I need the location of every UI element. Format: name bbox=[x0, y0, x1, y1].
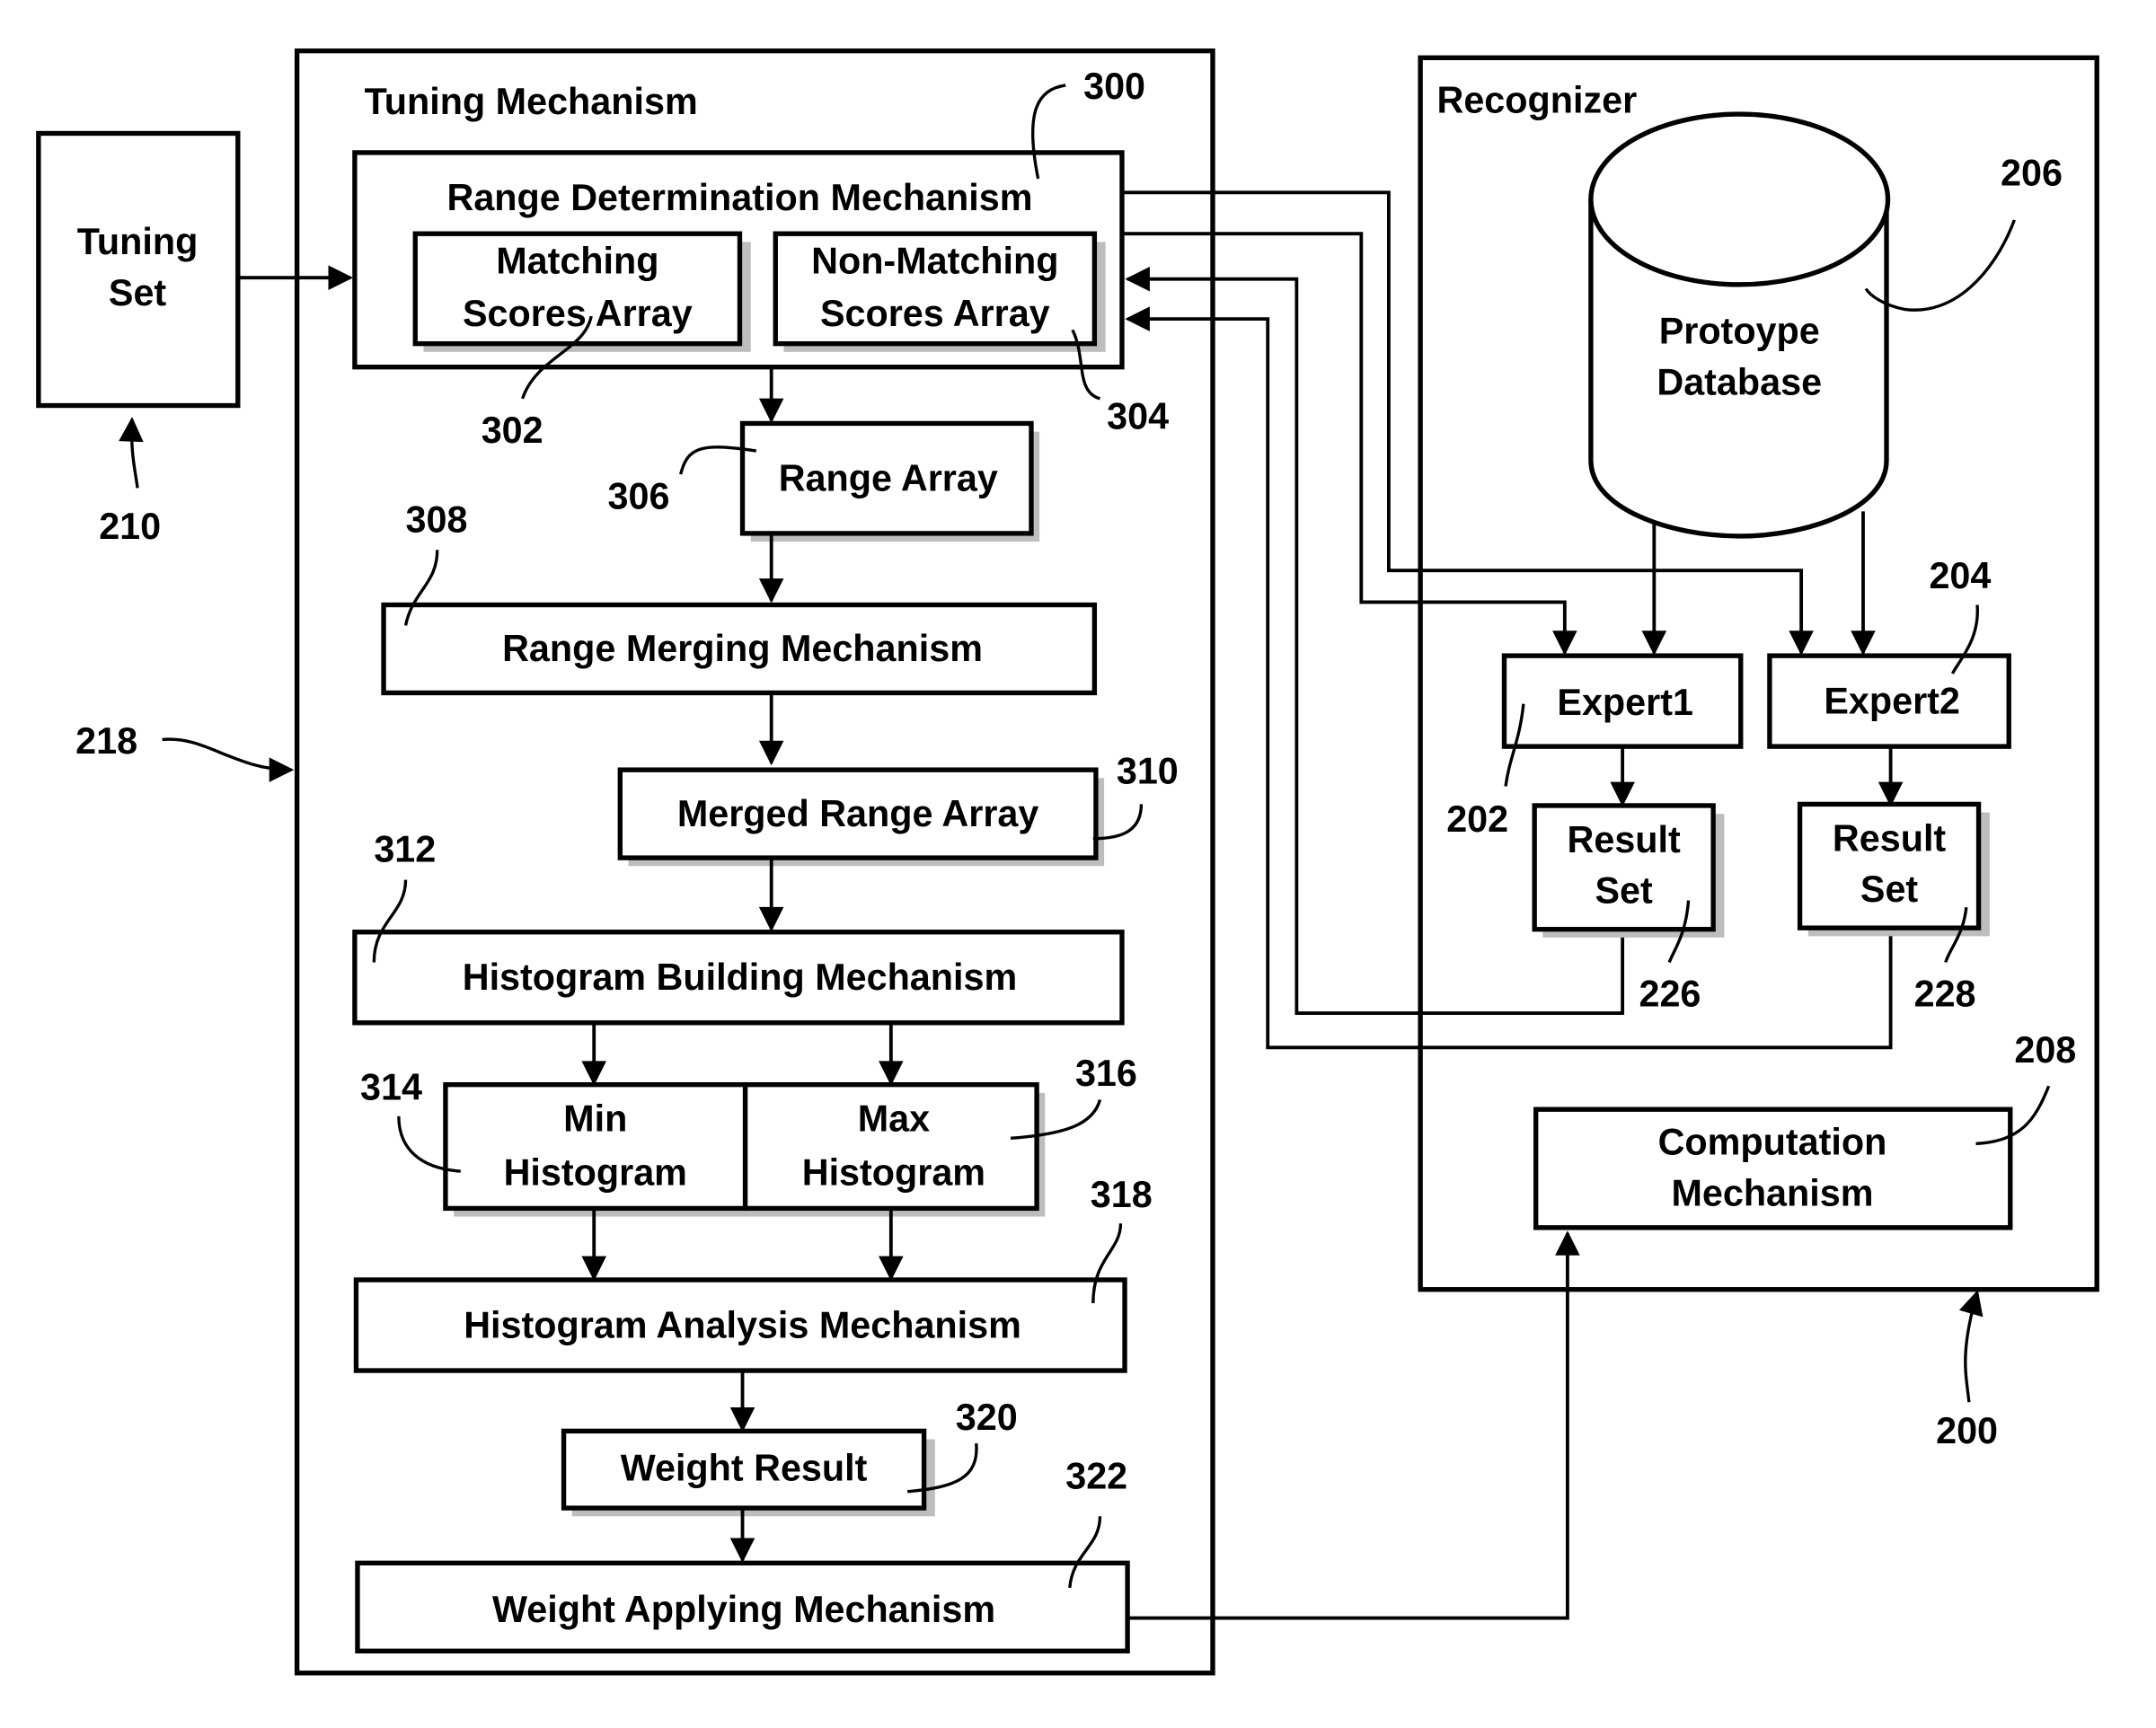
ref-306: 306 bbox=[608, 475, 670, 516]
computation-mechanism-box: Computation Mechanism bbox=[1533, 1106, 2013, 1230]
ref-200: 200 bbox=[1936, 1410, 1998, 1451]
expert1-label: Expert1 bbox=[1557, 682, 1693, 723]
recognizer-title: Recognizer bbox=[1436, 80, 1637, 121]
ref-312: 312 bbox=[374, 829, 436, 870]
ref-318: 318 bbox=[1091, 1174, 1153, 1215]
ref-202: 202 bbox=[1446, 798, 1508, 840]
prototype-database-cylinder: Protoype Database bbox=[1588, 111, 1891, 539]
ref-302: 302 bbox=[482, 410, 543, 451]
ref-314: 314 bbox=[360, 1067, 422, 1108]
non-matching-scores-line1: Non-Matching bbox=[811, 241, 1058, 282]
range-merging-box: Range Merging Mechanism bbox=[381, 602, 1098, 696]
weight-applying-box: Weight Applying Mechanism bbox=[355, 1560, 1130, 1653]
ref-204: 204 bbox=[1929, 555, 1991, 596]
range-determination-to-expert1 bbox=[1121, 232, 1577, 656]
result-set2-line1: Result bbox=[1833, 817, 1947, 859]
range-array-box: Range Array bbox=[739, 420, 1040, 542]
result-set1-line1: Result bbox=[1568, 819, 1681, 860]
histogram-building-label: Histogram Building Mechanism bbox=[463, 957, 1017, 998]
tuning-set-box: Tuning Set bbox=[36, 130, 241, 409]
histogram-pair-box: Min Histogram Max Histogram bbox=[443, 1081, 1046, 1217]
weight-result-label: Weight Result bbox=[621, 1447, 868, 1488]
result-set1-line2: Set bbox=[1595, 870, 1654, 912]
ref-322: 322 bbox=[1065, 1456, 1127, 1497]
histogram-analysis-box: Histogram Analysis Mechanism bbox=[353, 1277, 1127, 1373]
histogram-building-box: Histogram Building Mechanism bbox=[352, 930, 1125, 1026]
merged-range-array-label: Merged Range Array bbox=[677, 793, 1039, 834]
ref-210: 210 bbox=[99, 506, 161, 547]
ref-300: 300 bbox=[1083, 66, 1145, 107]
tuning-set-line1: Tuning bbox=[77, 221, 199, 262]
tuning-mechanism-title: Tuning Mechanism bbox=[365, 81, 698, 122]
database-line2: Database bbox=[1657, 361, 1822, 402]
result-set2-box: Result Set bbox=[1797, 801, 1990, 937]
min-histogram-line1: Min bbox=[563, 1098, 627, 1140]
database-line1: Protoype bbox=[1659, 311, 1820, 352]
non-matching-scores-line2: Scores Array bbox=[820, 293, 1050, 334]
ref-218: 218 bbox=[75, 720, 137, 762]
ref-226: 226 bbox=[1639, 973, 1701, 1014]
ref-304: 304 bbox=[1107, 396, 1169, 437]
computation-line2: Mechanism bbox=[1671, 1172, 1873, 1213]
matching-scores-line2: Scores Array bbox=[463, 293, 693, 334]
expert2-label: Expert2 bbox=[1824, 680, 1960, 721]
range-merging-label: Range Merging Mechanism bbox=[502, 628, 983, 669]
ref-200-leader bbox=[1958, 1290, 1984, 1403]
patent-diagram: Tuning Set 210 Tuning Mechanism 218 Rang… bbox=[36, 48, 2099, 1676]
matching-scores-line1: Matching bbox=[496, 241, 658, 282]
weight-result-box: Weight Result bbox=[561, 1428, 935, 1517]
ref-210-leader bbox=[119, 417, 144, 489]
ref-228: 228 bbox=[1914, 973, 1976, 1014]
range-determination-mechanism: Range Determination Mechanism Matching S… bbox=[352, 150, 1125, 370]
ref-218-leader bbox=[162, 737, 295, 782]
range-determination-label: Range Determination Mechanism bbox=[446, 177, 1032, 218]
ref-320: 320 bbox=[956, 1397, 1018, 1438]
computation-line1: Computation bbox=[1658, 1122, 1887, 1163]
ref-316: 316 bbox=[1075, 1053, 1137, 1094]
histogram-analysis-label: Histogram Analysis Mechanism bbox=[464, 1304, 1021, 1345]
ref-310: 310 bbox=[1117, 750, 1179, 791]
expert2-box: Expert2 bbox=[1767, 653, 2011, 749]
min-histogram-line2: Histogram bbox=[504, 1151, 687, 1193]
max-histogram-line2: Histogram bbox=[802, 1151, 985, 1193]
tuning-set-line2: Set bbox=[109, 272, 167, 313]
merged-range-array-box: Merged Range Array bbox=[617, 767, 1105, 867]
ref-206: 206 bbox=[2001, 153, 2063, 194]
ref-308: 308 bbox=[406, 498, 468, 540]
range-array-label: Range Array bbox=[779, 457, 998, 498]
expert1-box: Expert1 bbox=[1501, 653, 1744, 749]
ref-208: 208 bbox=[2014, 1029, 2076, 1071]
result-set1-box: Result Set bbox=[1532, 803, 1725, 938]
weight-applying-label: Weight Applying Mechanism bbox=[492, 1589, 995, 1630]
result-set2-line2: Set bbox=[1860, 868, 1919, 910]
max-histogram-line1: Max bbox=[858, 1098, 930, 1140]
